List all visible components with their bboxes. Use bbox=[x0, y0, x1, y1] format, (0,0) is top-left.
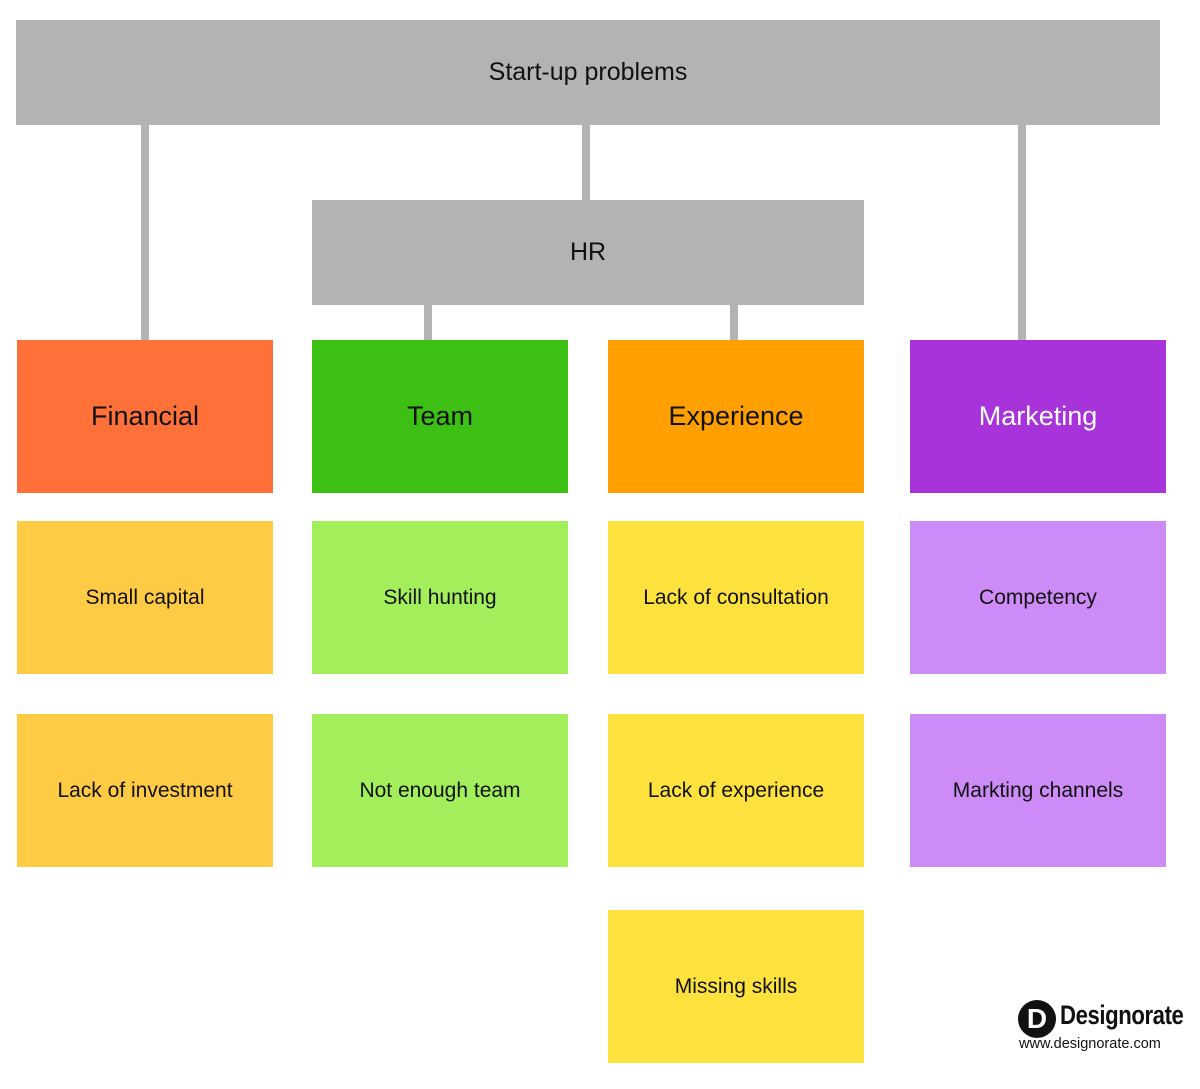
item-lack-of-consultation: Lack of consultation bbox=[608, 521, 864, 674]
logo-name: Designorate bbox=[1060, 1000, 1184, 1030]
item-not-enough-team: Not enough team bbox=[312, 714, 568, 867]
item-markting-channels: Markting channels bbox=[910, 714, 1166, 867]
logo-url: www.designorate.com bbox=[1019, 1036, 1161, 1052]
category-financial: Financial bbox=[17, 340, 273, 493]
connector-root-hr bbox=[582, 125, 590, 200]
item-label: Markting channels bbox=[952, 778, 1124, 802]
item-small-capital: Small capital bbox=[17, 521, 273, 674]
category-label: Financial bbox=[90, 401, 200, 431]
item-lack-of-investment: Lack of investment bbox=[17, 714, 273, 867]
connector-root-marketing bbox=[1018, 125, 1026, 340]
logo-mark-icon: D bbox=[1018, 1000, 1056, 1038]
item-label: Not enough team bbox=[359, 778, 521, 802]
connector-root-financial bbox=[141, 125, 149, 340]
item-label: Small capital bbox=[85, 585, 205, 609]
category-experience: Experience bbox=[608, 340, 864, 493]
connector-hr-experience bbox=[730, 305, 738, 340]
category-marketing: Marketing bbox=[910, 340, 1166, 493]
item-label: Competency bbox=[979, 585, 1097, 609]
category-label: Marketing bbox=[978, 401, 1098, 431]
root-node: Start-up problems bbox=[16, 20, 1160, 125]
item-label: Lack of investment bbox=[57, 778, 233, 802]
hr-label: HR bbox=[569, 238, 607, 266]
category-label: Team bbox=[406, 401, 474, 431]
item-label: Skill hunting bbox=[383, 585, 497, 609]
item-lack-of-experience: Lack of experience bbox=[608, 714, 864, 867]
category-label: Experience bbox=[668, 401, 804, 431]
hr-node: HR bbox=[312, 200, 864, 305]
item-label: Lack of experience bbox=[647, 778, 825, 802]
item-skill-hunting: Skill hunting bbox=[312, 521, 568, 674]
item-missing-skills: Missing skills bbox=[608, 910, 864, 1063]
root-label: Start-up problems bbox=[488, 58, 688, 86]
designorate-logo: D Designorate www.designorate.com bbox=[1018, 1000, 1184, 1060]
item-label: Missing skills bbox=[674, 974, 798, 998]
category-team: Team bbox=[312, 340, 568, 493]
connector-hr-team bbox=[424, 305, 432, 340]
item-competency: Competency bbox=[910, 521, 1166, 674]
item-label: Lack of consultation bbox=[643, 585, 829, 609]
